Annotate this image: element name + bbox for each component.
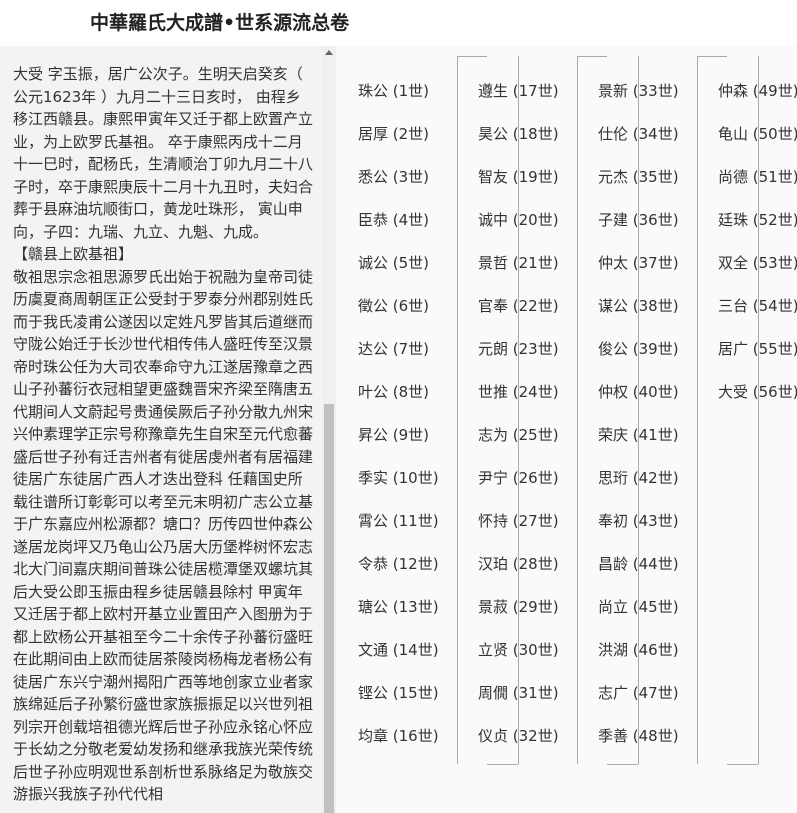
generation-entry[interactable]: 诚中 (20世) <box>478 209 559 230</box>
generation-entry[interactable]: 徵公 (6世) <box>358 295 429 316</box>
connector-top-line <box>697 56 727 57</box>
generation-entry[interactable]: 汉珀 (28世) <box>478 553 559 574</box>
generation-entry[interactable]: 元杰 (35世) <box>598 166 679 187</box>
generation-entry[interactable]: 廷珠 (52世) <box>718 209 797 230</box>
generation-entry[interactable]: 景哲 (21世) <box>478 252 559 273</box>
generation-entry[interactable]: 官奉 (22世) <box>478 295 559 316</box>
header-bar: 中華羅氏大成譜•世系源流总卷 <box>0 0 797 46</box>
generation-entry[interactable]: 铿公 (15世) <box>358 682 439 703</box>
scroll-up-arrow-icon[interactable] <box>325 50 333 55</box>
generation-entry[interactable]: 居厚 (2世) <box>358 123 429 144</box>
generation-entry[interactable]: 志为 (25世) <box>478 424 559 445</box>
generation-entry[interactable]: 仪贞 (32世) <box>478 725 559 746</box>
generation-entry[interactable]: 洪湖 (46世) <box>598 639 679 660</box>
generation-entry[interactable]: 智友 (19世) <box>478 166 559 187</box>
connector-top-line <box>457 56 487 57</box>
generation-entry[interactable]: 奉初 (43世) <box>598 510 679 531</box>
biography-scrollbar[interactable] <box>322 46 336 813</box>
generation-entry[interactable]: 臣恭 (4世) <box>358 209 429 230</box>
generation-entry[interactable]: 仲太 (37世) <box>598 252 679 273</box>
generation-entry[interactable]: 令恭 (12世) <box>358 553 439 574</box>
scroll-thumb[interactable] <box>324 404 334 813</box>
generation-entry[interactable]: 双全 (53世) <box>718 252 797 273</box>
generation-entry[interactable]: 立贤 (30世) <box>478 639 559 660</box>
generation-entry[interactable]: 景新 (33世) <box>598 80 679 101</box>
generation-entry[interactable]: 均章 (16世) <box>358 725 439 746</box>
generation-entry[interactable]: 季实 (10世) <box>358 467 439 488</box>
generation-entry[interactable]: 尚立 (45世) <box>598 596 679 617</box>
generation-entry[interactable]: 文通 (14世) <box>358 639 439 660</box>
generation-entry[interactable]: 志广 (47世) <box>598 682 679 703</box>
connector-bottom-line <box>727 764 758 765</box>
generation-entry[interactable]: 悉公 (3世) <box>358 166 429 187</box>
generation-entry[interactable]: 昇公 (9世) <box>358 424 429 445</box>
generation-entry[interactable]: 大受 (56世) <box>718 381 797 402</box>
generation-entry[interactable]: 昌龄 (44世) <box>598 553 679 574</box>
generation-entry[interactable]: 景菽 (29世) <box>478 596 559 617</box>
lineage-panel: 珠公 (1世) 居厚 (2世) 悉公 (3世) 臣恭 (4世) 诚公 (5世) 徵公 (6… <box>336 46 797 813</box>
generation-entry[interactable]: 遵生 (17世) <box>478 80 559 101</box>
generation-entry[interactable]: 俊公 (39世) <box>598 338 679 359</box>
generation-entry[interactable]: 达公 (7世) <box>358 338 429 359</box>
biography-panel[interactable]: 大受 字玉振，居广公次子。生明天启癸亥（ 公元1623年 ）九月二十三日亥时， … <box>0 46 322 813</box>
connector-top-line <box>577 56 607 57</box>
generation-entry[interactable]: 元朗 (23世) <box>478 338 559 359</box>
connector-bottom-line <box>607 764 638 765</box>
generation-entry[interactable]: 荣庆 (41世) <box>598 424 679 445</box>
generation-entry[interactable]: 龟山 (50世) <box>718 123 797 144</box>
generation-entry[interactable]: 世推 (24世) <box>478 381 559 402</box>
generation-entry[interactable]: 仲森 (49世) <box>718 80 797 101</box>
generation-entry[interactable]: 居广 (55世) <box>718 338 797 359</box>
generation-entry[interactable]: 昊公 (18世) <box>478 123 559 144</box>
biography-text: 大受 字玉振，居广公次子。生明天启癸亥（ 公元1623年 ）九月二十三日亥时， … <box>13 65 314 803</box>
generation-entry[interactable]: 诚公 (5世) <box>358 252 429 273</box>
connector-bottom-line <box>487 764 518 765</box>
generation-entry[interactable]: 怀持 (27世) <box>478 510 559 531</box>
generation-entry[interactable]: 季善 (48世) <box>598 725 679 746</box>
column-connector <box>697 56 759 764</box>
page-title: 中華羅氏大成譜•世系源流总卷 <box>90 12 350 34</box>
generation-entry[interactable]: 瑭公 (13世) <box>358 596 439 617</box>
generation-entry[interactable]: 尚德 (51世) <box>718 166 797 187</box>
generation-entry[interactable]: 谋公 (38世) <box>598 295 679 316</box>
generation-entry[interactable]: 思珩 (42世) <box>598 467 679 488</box>
generation-entry[interactable]: 仲权 (40世) <box>598 381 679 402</box>
generation-entry[interactable]: 霄公 (11世) <box>358 510 439 531</box>
generation-entry[interactable]: 周僩 (31世) <box>478 682 559 703</box>
generation-entry[interactable]: 三台 (54世) <box>718 295 797 316</box>
generation-entry[interactable]: 珠公 (1世) <box>358 80 429 101</box>
generation-entry[interactable]: 仕伦 (34世) <box>598 123 679 144</box>
generation-entry[interactable]: 子建 (36世) <box>598 209 679 230</box>
generation-entry[interactable]: 叶公 (8世) <box>358 381 429 402</box>
generation-entry[interactable]: 尹宁 (26世) <box>478 467 559 488</box>
